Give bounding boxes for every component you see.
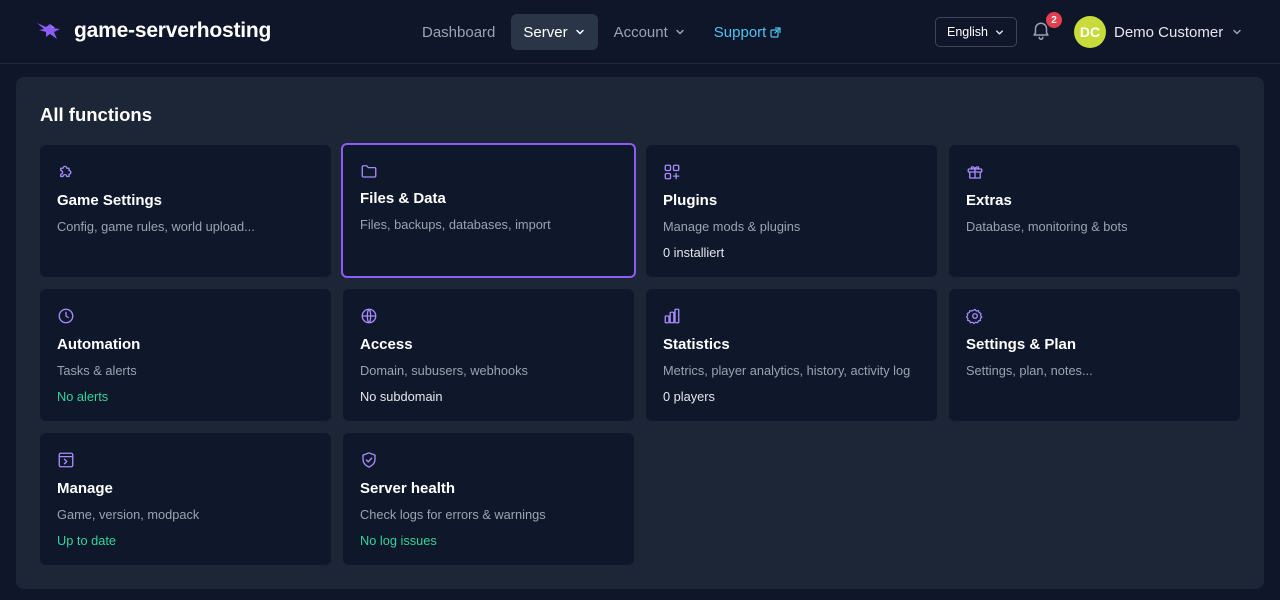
card-title: Server health xyxy=(360,480,456,497)
external-link-icon xyxy=(770,26,781,38)
plugins-grid-icon xyxy=(663,163,681,181)
card-settings-plan[interactable]: Settings & Plan Settings, plan, notes... xyxy=(949,289,1240,421)
card-automation[interactable]: Automation Tasks & alerts No alerts xyxy=(40,289,331,421)
card-description: Settings, plan, notes... xyxy=(966,363,1093,378)
card-server-health[interactable]: Server health Check logs for errors & wa… xyxy=(343,433,634,565)
chevron-down-icon xyxy=(994,27,1005,38)
card-description: Manage mods & plugins xyxy=(663,219,801,234)
globe-icon xyxy=(360,307,378,325)
chevron-down-icon xyxy=(574,26,586,38)
user-menu[interactable]: DC Demo Customer xyxy=(1074,16,1243,48)
card-description: Database, monitoring & bots xyxy=(966,219,1128,234)
dragon-logo-icon xyxy=(36,18,62,44)
language-select[interactable]: English xyxy=(935,17,1017,47)
card-description: Game, version, modpack xyxy=(57,507,200,522)
chevron-down-icon xyxy=(674,26,686,38)
puzzle-icon xyxy=(57,163,75,181)
user-name: Demo Customer xyxy=(1114,23,1224,41)
folder-icon xyxy=(360,162,378,180)
nav-account[interactable]: Account xyxy=(602,14,698,50)
card-title: Settings & Plan xyxy=(966,336,1077,353)
card-description: Config, game rules, world upload... xyxy=(57,219,255,234)
card-status: No alerts xyxy=(57,389,109,404)
functions-panel: All functions Game Settings Config, game… xyxy=(16,77,1264,589)
card-description: Metrics, player analytics, history, acti… xyxy=(663,363,911,378)
card-title: Extras xyxy=(966,192,1012,209)
card-extras[interactable]: Extras Database, monitoring & bots xyxy=(949,145,1240,277)
card-statistics[interactable]: Statistics Metrics, player analytics, hi… xyxy=(646,289,937,421)
card-status: Up to date xyxy=(57,533,117,548)
card-title: Statistics xyxy=(663,336,730,353)
clock-icon xyxy=(57,307,75,325)
card-files-data[interactable]: Files & Data Files, backups, databases, … xyxy=(341,143,636,278)
card-status: No log issues xyxy=(360,533,437,548)
card-description: Check logs for errors & warnings xyxy=(360,507,546,522)
card-manage[interactable]: Manage Game, version, modpack Up to date xyxy=(40,433,331,565)
chevron-down-icon xyxy=(1231,26,1243,38)
card-status: No subdomain xyxy=(360,389,443,404)
language-value: English xyxy=(947,25,988,39)
gear-icon xyxy=(965,307,984,325)
bar-chart-icon xyxy=(663,307,681,325)
card-title: Automation xyxy=(57,336,141,353)
nav-dashboard[interactable]: Dashboard xyxy=(410,14,507,50)
main-nav: Dashboard Server Account Support xyxy=(410,14,797,50)
nav-support[interactable]: Support xyxy=(702,14,794,50)
card-title: Game Settings xyxy=(57,192,163,209)
nav-dashboard-label: Dashboard xyxy=(422,23,496,41)
nav-server-label: Server xyxy=(523,23,568,41)
avatar: DC xyxy=(1074,16,1106,48)
notification-count-badge: 2 xyxy=(1046,12,1062,28)
terminal-window-icon xyxy=(57,451,75,469)
card-description: Domain, subusers, webhooks xyxy=(360,363,528,378)
shield-check-icon xyxy=(360,451,378,469)
nav-server[interactable]: Server xyxy=(511,14,598,50)
page-title: All functions xyxy=(40,104,153,125)
card-description: Files, backups, databases, import xyxy=(360,217,551,232)
card-plugins[interactable]: Plugins Manage mods & plugins 0 installi… xyxy=(646,145,937,277)
brand-name: game-serverhosting xyxy=(74,19,272,42)
top-navigation-bar: game-serverhosting Dashboard Server Acco… xyxy=(0,0,1280,64)
card-access[interactable]: Access Domain, subusers, webhooks No sub… xyxy=(343,289,634,421)
card-title: Access xyxy=(360,336,413,353)
card-status: 0 installiert xyxy=(663,245,725,260)
nav-account-label: Account xyxy=(613,23,668,41)
gift-icon xyxy=(966,163,984,181)
nav-support-label: Support xyxy=(713,23,767,41)
brand-link[interactable]: game-serverhosting xyxy=(36,18,271,44)
card-title: Manage xyxy=(57,480,113,497)
card-title: Files & Data xyxy=(360,190,446,207)
card-title: Plugins xyxy=(663,192,718,209)
card-description: Tasks & alerts xyxy=(57,363,137,378)
card-status: 0 players xyxy=(663,389,715,404)
card-game-settings[interactable]: Game Settings Config, game rules, world … xyxy=(40,145,331,277)
